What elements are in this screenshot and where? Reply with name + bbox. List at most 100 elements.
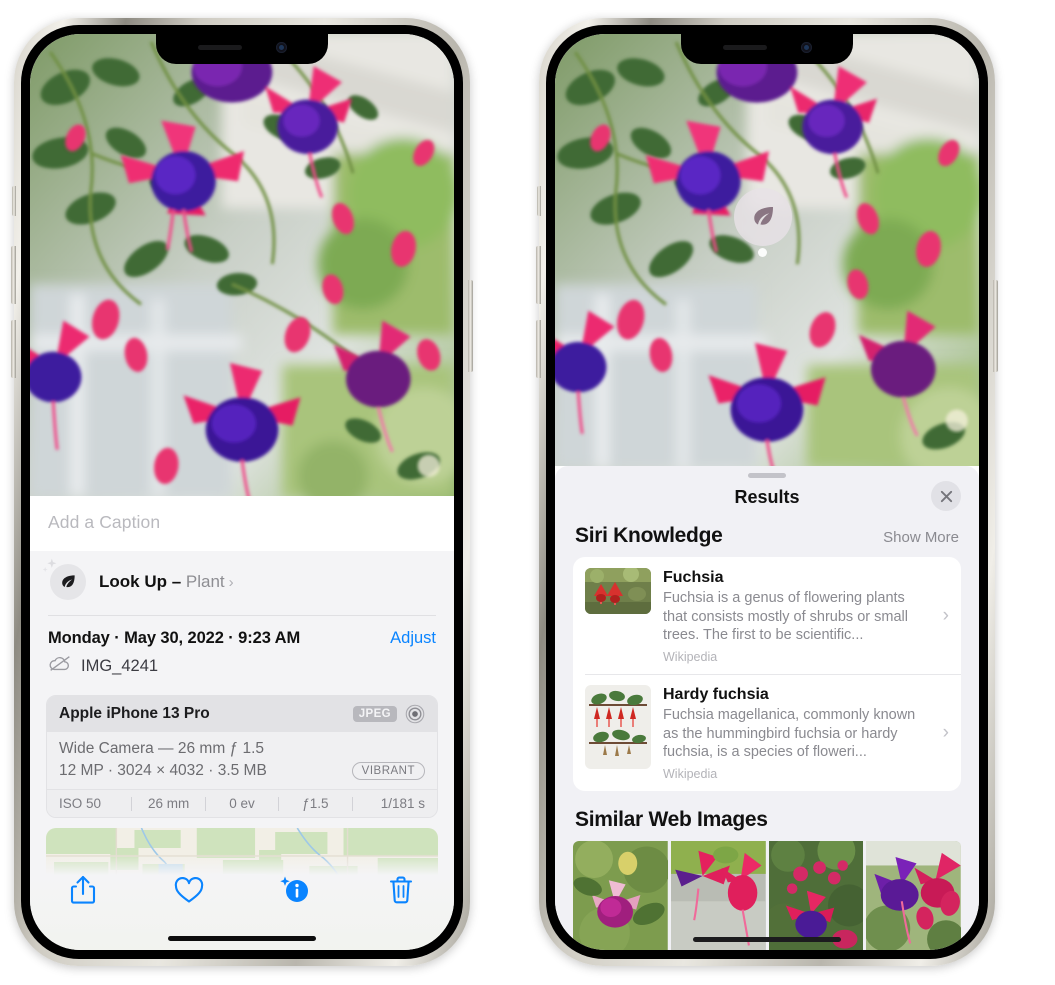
- similar-image-1: [573, 840, 668, 950]
- info-sparkle-icon: [280, 876, 308, 902]
- result-description: Fuchsia is a genus of flowering plants t…: [663, 590, 908, 644]
- iphone-device-right: Results Siri Knowledge Show More Fuchsia…: [536, 18, 998, 966]
- look-up-prefix: Look Up –: [99, 572, 186, 591]
- look-up-label: Look Up – Plant ›: [99, 572, 234, 592]
- screen-left: Add a Caption Look Up – Plant › Monday ·…: [30, 34, 454, 950]
- similar-image-thumb[interactable]: [573, 840, 668, 950]
- color-profile-badge: VIBRANT: [351, 762, 425, 780]
- power-button[interactable]: [993, 280, 998, 372]
- leaf-icon: [754, 207, 773, 225]
- stat-focal-length: 26 mm: [147, 796, 190, 811]
- iphone-device-left: Add a Caption Look Up – Plant › Monday ·…: [11, 18, 473, 966]
- chevron-right-icon: ›: [228, 574, 234, 591]
- similar-image-4: [866, 840, 961, 950]
- fuchsia-photo: [30, 34, 454, 496]
- result-title: Hardy fuchsia: [663, 685, 769, 703]
- home-indicator[interactable]: [693, 937, 841, 942]
- result-description: Fuchsia magellanica, commonly known as t…: [663, 707, 916, 761]
- photo-viewer[interactable]: [555, 34, 979, 466]
- front-camera: [275, 41, 287, 53]
- volume-down-button[interactable]: [11, 320, 16, 378]
- similar-image-thumb[interactable]: [866, 840, 961, 950]
- visual-look-up-dot: [758, 248, 767, 257]
- stat-exposure-value: 0 ev: [229, 796, 255, 811]
- stat-aperture: ƒ1.5: [302, 796, 329, 811]
- photo-date: Monday · May 30, 2022 · 9:23 AM: [48, 629, 301, 647]
- info-button[interactable]: [273, 870, 317, 910]
- notch-right: [681, 34, 853, 64]
- chevron-right-icon: ›: [942, 721, 949, 743]
- close-button[interactable]: [931, 481, 961, 511]
- exif-body: Wide Camera — 26 mm ƒ 1.5 12 MP · 3024 ×…: [47, 732, 437, 789]
- result-source: Wikipedia: [663, 649, 718, 664]
- exif-card: Apple iPhone 13 Pro JPEG Wide Camera — 2…: [46, 695, 438, 818]
- aperture-glyph: [405, 704, 425, 724]
- photo-metadata: Monday · May 30, 2022 · 9:23 AM Adjust I…: [30, 616, 454, 687]
- chevron-right-icon: ›: [942, 604, 949, 626]
- close-icon: [940, 490, 952, 502]
- aperture-icon: [405, 704, 425, 724]
- volume-down-button[interactable]: [536, 320, 541, 378]
- result-thumbnail: [585, 568, 651, 614]
- caption-input[interactable]: Add a Caption: [30, 496, 454, 551]
- photo-filename: IMG_4241: [81, 656, 159, 675]
- result-source: Wikipedia: [663, 766, 718, 781]
- result-thumbnail: [585, 684, 651, 769]
- device-bezel-left: Add a Caption Look Up – Plant › Monday ·…: [21, 25, 463, 959]
- siri-knowledge-card: Fuchsia Fuchsia is a genus of flowering …: [573, 557, 961, 791]
- share-button[interactable]: [61, 870, 105, 910]
- exif-header: Apple iPhone 13 Pro JPEG: [47, 696, 437, 732]
- leaf-glyph: [62, 575, 75, 588]
- look-up-subject: Plant: [185, 572, 225, 591]
- trash-icon: [389, 876, 413, 904]
- delete-button[interactable]: [379, 870, 423, 910]
- knowledge-result-row[interactable]: Fuchsia Fuchsia is a genus of flowering …: [573, 557, 961, 674]
- result-title: Fuchsia: [663, 569, 724, 586]
- power-button[interactable]: [468, 280, 473, 372]
- look-up-row[interactable]: Look Up – Plant ›: [30, 551, 454, 615]
- front-camera: [800, 41, 812, 53]
- stat-iso: ISO 50: [59, 796, 102, 811]
- volume-up-button[interactable]: [536, 246, 541, 304]
- sparkles-icon: [42, 558, 57, 572]
- knowledge-result-row[interactable]: Hardy fuchsia Fuchsia magellanica, commo…: [573, 673, 961, 791]
- section-title: Siri Knowledge: [575, 524, 723, 547]
- earpiece-speaker: [722, 44, 767, 50]
- share-icon: [70, 875, 96, 904]
- results-sheet: Results Siri Knowledge Show More Fuchsia…: [555, 466, 979, 950]
- siri-knowledge-header: Siri Knowledge Show More: [555, 522, 979, 557]
- show-more-button[interactable]: Show More: [883, 529, 959, 546]
- lens-info: Wide Camera — 26 mm ƒ 1.5: [59, 740, 265, 757]
- fuchsia-photo: [555, 34, 979, 466]
- favorite-button[interactable]: [167, 870, 211, 910]
- photo-info-panel: Add a Caption Look Up – Plant › Monday ·…: [30, 496, 454, 950]
- sheet-title: Results: [734, 487, 800, 507]
- file-size-info: 12 MP · 3024 × 4032 · 3.5 MB: [59, 762, 267, 779]
- fuchsia-thumbnail: [585, 568, 651, 614]
- camera-device-name: Apple iPhone 13 Pro: [59, 705, 210, 722]
- home-indicator[interactable]: [168, 936, 316, 941]
- stat-shutter-speed: 1/181 s: [380, 796, 426, 811]
- similar-image-thumb[interactable]: [768, 840, 864, 950]
- mute-switch[interactable]: [537, 186, 541, 216]
- device-bezel-right: Results Siri Knowledge Show More Fuchsia…: [546, 25, 988, 959]
- similar-web-images-title: Similar Web Images: [575, 807, 768, 831]
- photo-viewer[interactable]: [30, 34, 454, 496]
- cloud-slash-glyph: [49, 656, 70, 671]
- heart-icon: [174, 876, 204, 903]
- exif-stats-row: ISO 50 26 mm 0 ev ƒ1.5 1/181 s: [47, 789, 437, 817]
- cloud-slash-icon: [48, 655, 72, 677]
- notch-left: [156, 34, 328, 64]
- leaf-icon: [42, 558, 86, 600]
- format-badge: JPEG: [352, 706, 397, 722]
- adjust-button[interactable]: Adjust: [390, 629, 436, 648]
- mute-switch[interactable]: [12, 186, 16, 216]
- visual-look-up-badge[interactable]: [734, 188, 792, 246]
- hardy-fuchsia-thumbnail: [585, 684, 651, 769]
- similar-images-strip[interactable]: [555, 840, 979, 950]
- similar-image-thumb[interactable]: [670, 840, 766, 950]
- sheet-header: Results: [555, 478, 979, 522]
- volume-up-button[interactable]: [11, 246, 16, 304]
- earpiece-speaker: [197, 44, 242, 50]
- screen-right: Results Siri Knowledge Show More Fuchsia…: [555, 34, 979, 950]
